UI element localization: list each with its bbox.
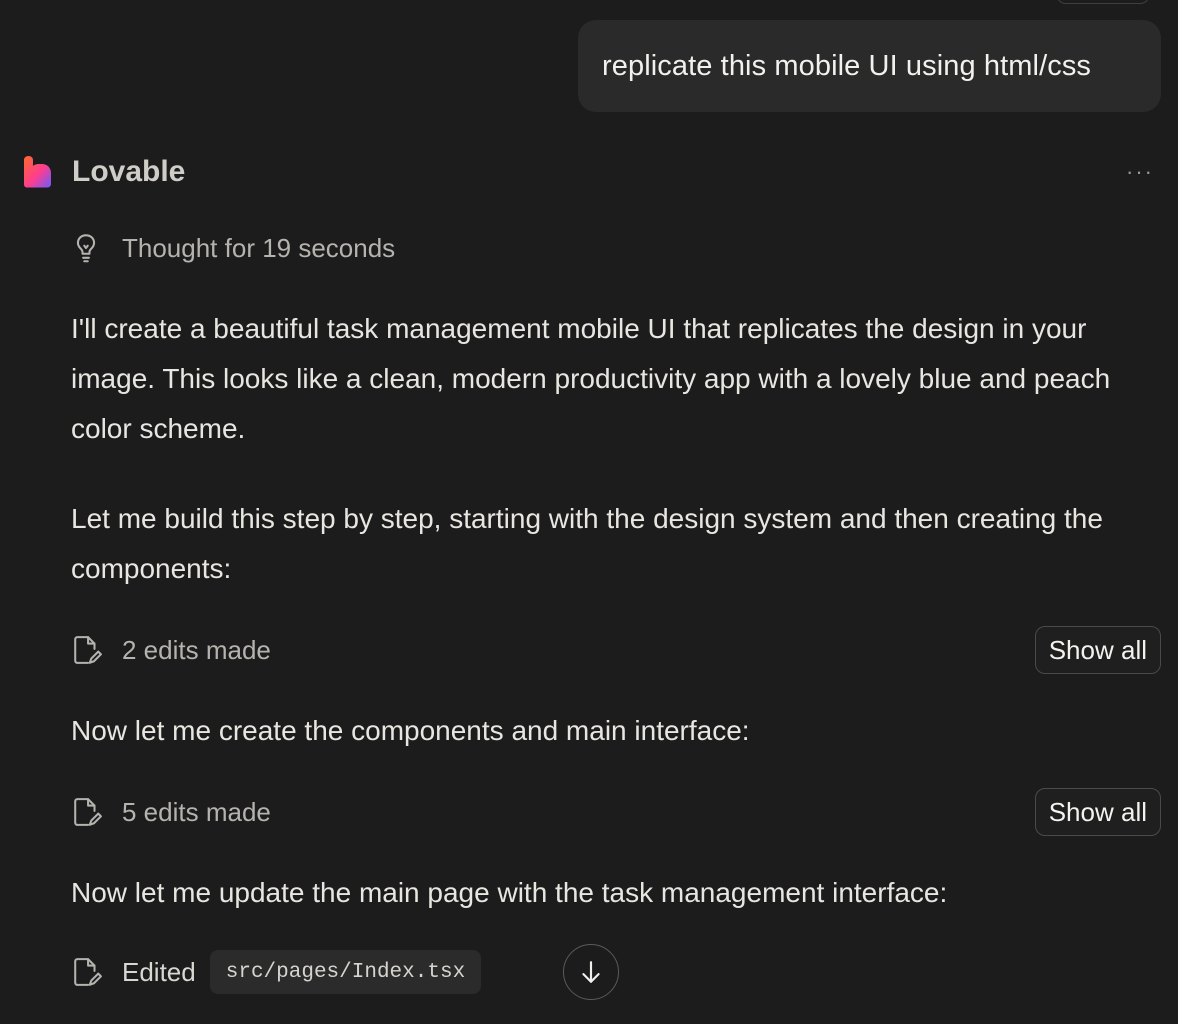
assistant-header: Lovable ···	[20, 148, 1160, 196]
assistant-paragraph-3: Now let me create the components and mai…	[71, 715, 750, 746]
assistant-name: Lovable	[72, 155, 186, 188]
arrow-down-icon	[582, 961, 600, 983]
assistant-paragraph-4: Now let me update the main page with the…	[71, 877, 948, 908]
lightbulb-icon	[76, 234, 96, 263]
scroll-to-bottom-button[interactable]	[563, 944, 619, 1000]
edits-summary-row: 2 edits made Show all	[72, 626, 1161, 674]
edited-label: Edited	[122, 956, 196, 987]
edits-count-label: 2 edits made	[122, 634, 271, 665]
user-message-text: replicate this mobile UI using html/css	[602, 49, 1092, 82]
previous-message-attachment	[1056, 0, 1150, 4]
thought-text: Thought for 19 seconds	[122, 232, 396, 263]
assistant-paragraph-2: Let me build this step by step, starting…	[71, 503, 1103, 584]
file-path-chip[interactable]: src/pages/Index.tsx	[209, 950, 482, 994]
user-message-bubble: replicate this mobile UI using html/css	[578, 20, 1161, 112]
document-edit-icon	[74, 958, 102, 986]
more-options-button[interactable]: ···	[1120, 157, 1160, 187]
ellipsis-icon: ···	[1126, 159, 1154, 184]
show-all-button[interactable]: Show all	[1034, 788, 1161, 836]
thought-indicator[interactable]: Thought for 19 seconds	[72, 228, 395, 268]
lovable-logo-icon	[24, 156, 51, 188]
assistant-paragraph-1: I'll create a beautiful task management …	[71, 313, 1111, 444]
show-all-button[interactable]: Show all	[1034, 626, 1161, 674]
document-edit-icon	[74, 798, 102, 826]
document-edit-icon	[74, 636, 102, 664]
edits-summary-row: 5 edits made Show all	[72, 788, 1161, 836]
edits-count-label: 5 edits made	[122, 796, 271, 827]
